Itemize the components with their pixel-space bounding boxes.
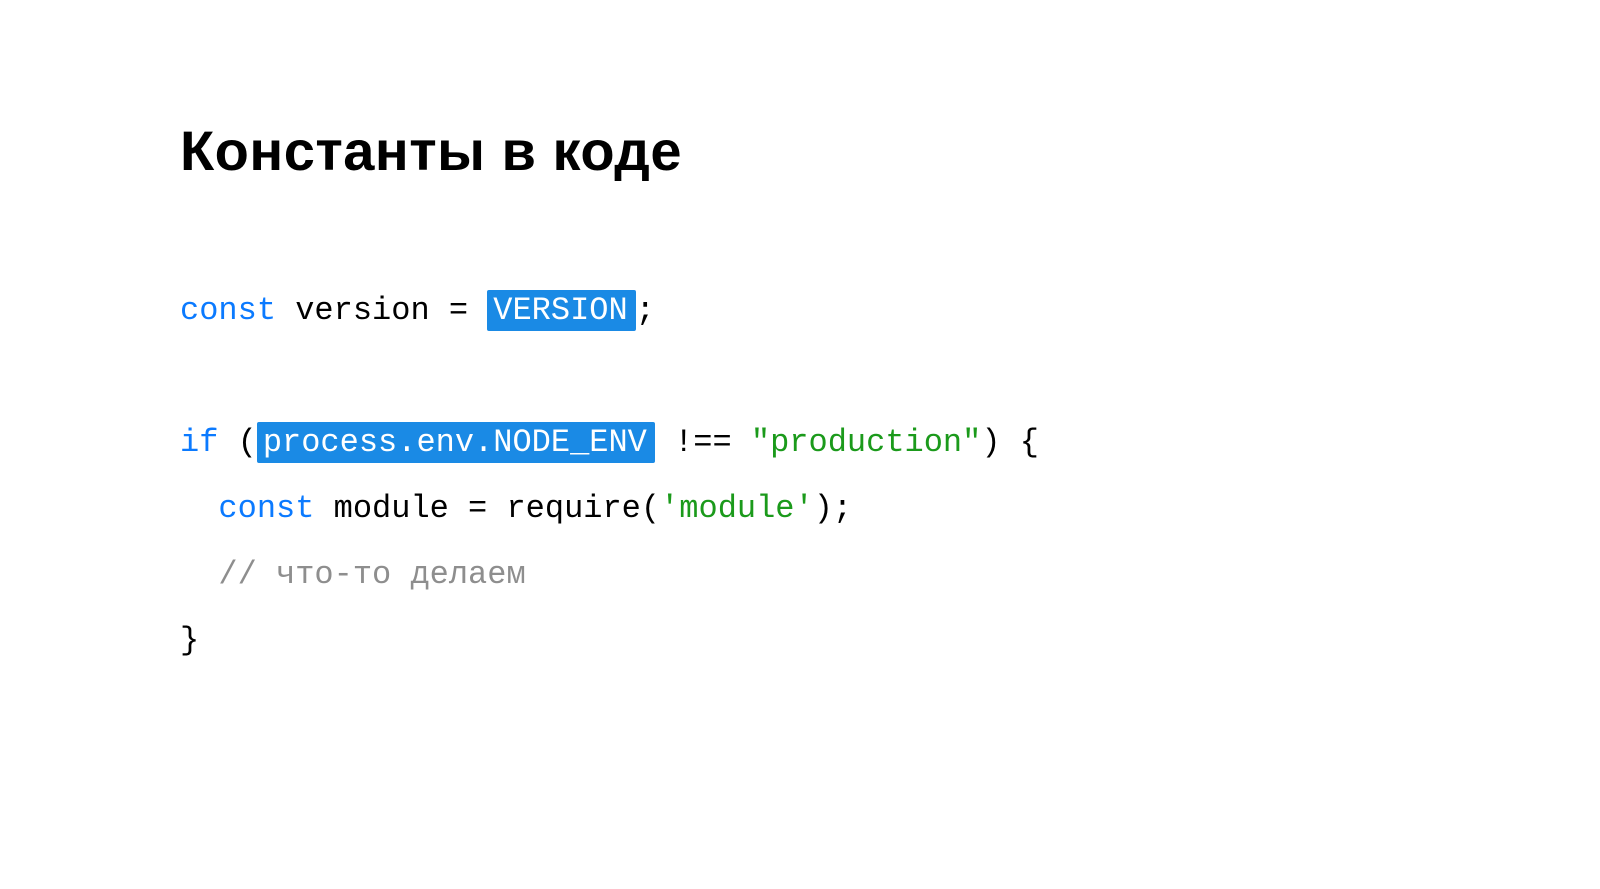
code-text: module = require( bbox=[314, 490, 660, 527]
keyword-const: const bbox=[180, 292, 276, 329]
code-line-4: // что-то делаем bbox=[180, 556, 526, 593]
code-line-1: const version = VERSION; bbox=[180, 290, 655, 331]
highlight-node-env: process.env.NODE_ENV bbox=[257, 422, 655, 463]
code-text: ; bbox=[636, 292, 655, 329]
code-text: ) { bbox=[981, 424, 1039, 461]
slide: Константы в коде const version = VERSION… bbox=[0, 0, 1600, 674]
code-line-2: if (process.env.NODE_ENV !== "production… bbox=[180, 422, 1039, 463]
highlight-version: VERSION bbox=[487, 290, 635, 331]
keyword-if: if bbox=[180, 424, 218, 461]
code-text: } bbox=[180, 622, 199, 659]
code-line-3: const module = require('module'); bbox=[180, 490, 852, 527]
code-text: version = bbox=[276, 292, 487, 329]
code-comment: // что-то делаем bbox=[218, 556, 525, 593]
indent bbox=[180, 490, 218, 527]
code-text: !== bbox=[655, 424, 751, 461]
code-line-5: } bbox=[180, 622, 199, 659]
slide-title: Константы в коде bbox=[180, 118, 1420, 183]
code-text: ( bbox=[218, 424, 256, 461]
string-production: "production" bbox=[751, 424, 981, 461]
keyword-const: const bbox=[218, 490, 314, 527]
code-text: ); bbox=[814, 490, 852, 527]
code-block: const version = VERSION; if (process.env… bbox=[180, 278, 1420, 674]
indent bbox=[180, 556, 218, 593]
string-module: 'module' bbox=[660, 490, 814, 527]
